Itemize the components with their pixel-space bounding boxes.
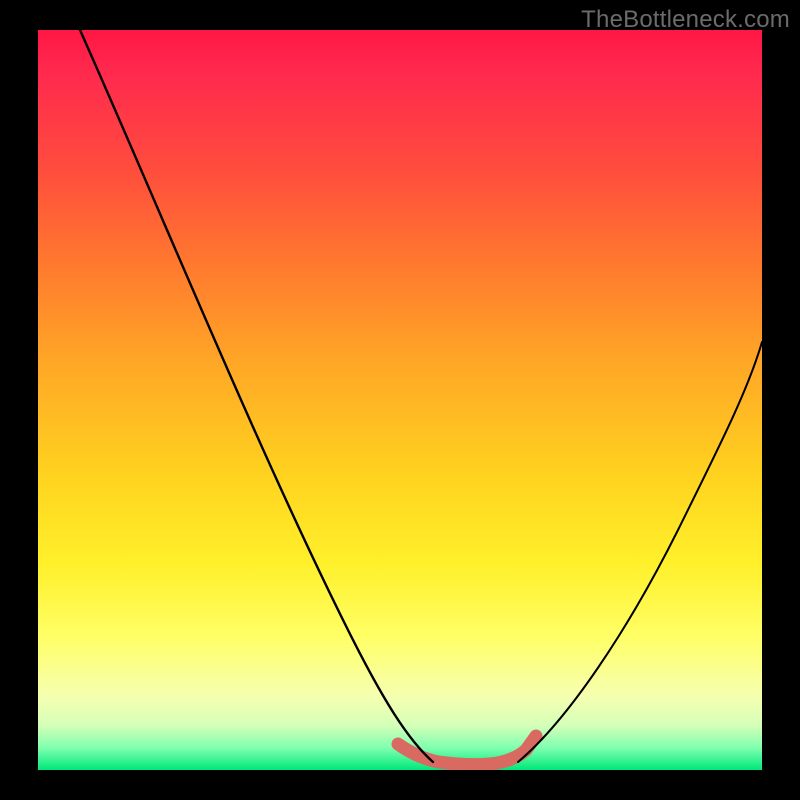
plot-area <box>38 30 762 770</box>
left-arm-path <box>80 30 433 762</box>
valley-highlight-path <box>398 736 536 765</box>
curve-layer <box>38 30 762 770</box>
right-arm-path <box>518 342 762 762</box>
watermark-label: TheBottleneck.com <box>581 6 790 34</box>
chart-frame: TheBottleneck.com <box>0 0 800 800</box>
